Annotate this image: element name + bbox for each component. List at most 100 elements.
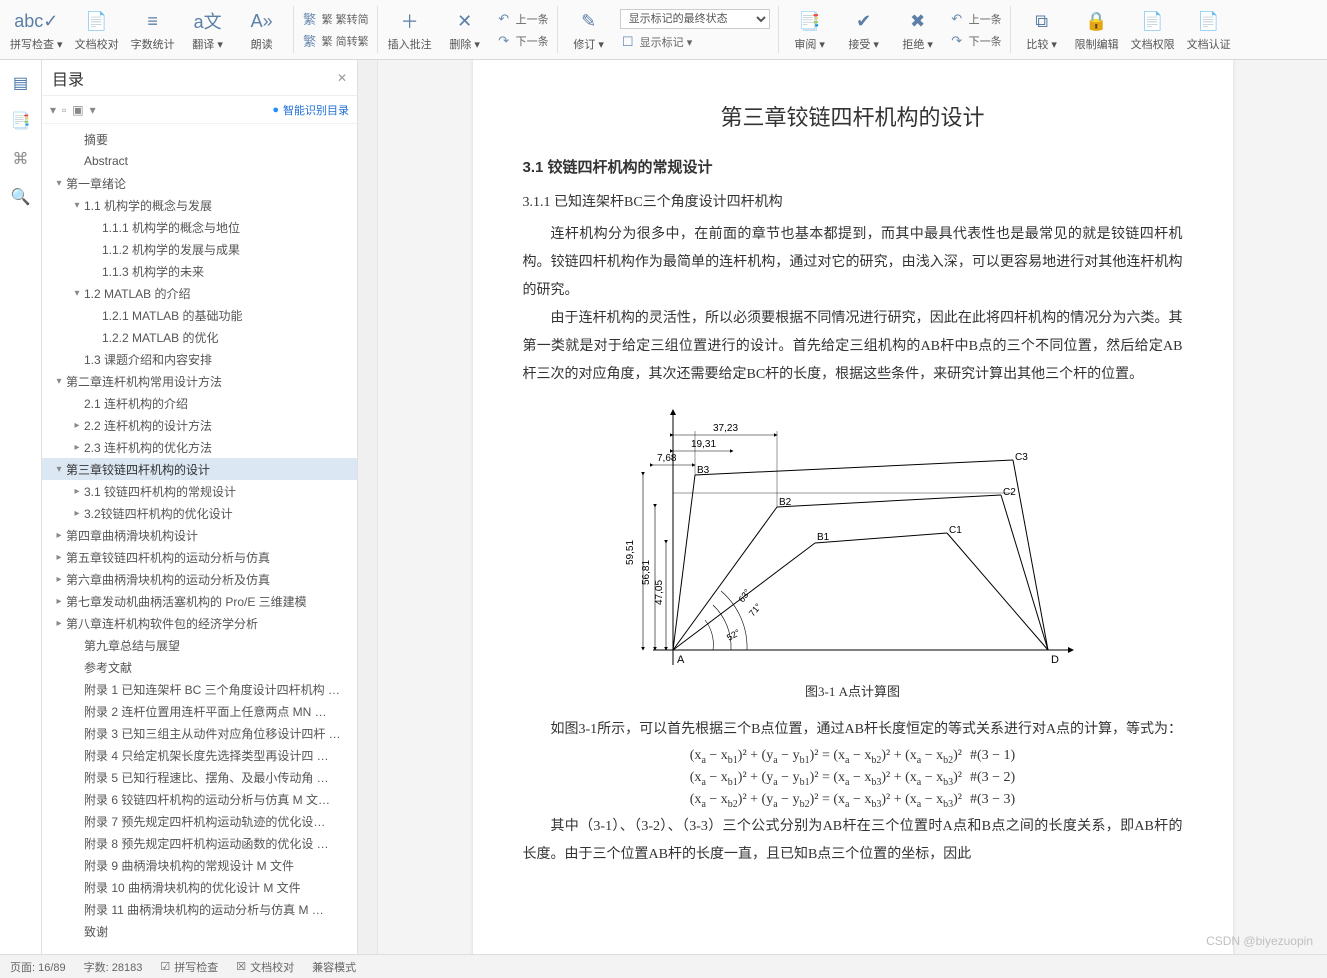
- outline-header: 目录 ✕: [42, 60, 357, 96]
- docproof-button[interactable]: 📄文档校对: [69, 0, 125, 60]
- outline-item[interactable]: 附录 5 已知行程速比、摆角、及最小传动角 …: [42, 766, 357, 788]
- reviewpane-button[interactable]: 📑审阅 ▾: [783, 0, 837, 60]
- readaloud-button[interactable]: A»朗读: [235, 0, 289, 60]
- close-icon[interactable]: ✕: [337, 71, 347, 85]
- sidetab-bookmark[interactable]: ⌘: [6, 144, 36, 174]
- restrict-button[interactable]: 🔒限制编辑: [1069, 0, 1125, 60]
- doccert-icon: 📄: [1197, 8, 1219, 34]
- outline-item[interactable]: ▸第七章发动机曲柄活塞机构的 Pro/E 三维建模: [42, 590, 357, 612]
- outline-item[interactable]: ▾1.2 MATLAB 的介绍: [42, 282, 357, 304]
- outline-item[interactable]: 2.1 连杆机构的介绍: [42, 392, 357, 414]
- outline-item[interactable]: ▸2.2 连杆机构的设计方法: [42, 414, 357, 436]
- outline-item-label: 第六章曲柄滑块机构的运动分析及仿真: [66, 571, 270, 588]
- outline-item[interactable]: ▸3.2铰链四杆机构的优化设计: [42, 502, 357, 524]
- smart-outline-button[interactable]: ●智能识别目录: [272, 102, 349, 118]
- next-change[interactable]: ↷下一条: [949, 32, 1002, 50]
- outline-item[interactable]: ▾第二章连杆机构常用设计方法: [42, 370, 357, 392]
- outline-item-label: 1.3 课题介绍和内容安排: [84, 351, 212, 368]
- svg-text:B1: B1: [817, 532, 830, 543]
- sidetab-nav[interactable]: 📑: [6, 106, 36, 136]
- twisty-icon: ▸: [70, 486, 84, 497]
- outline-item[interactable]: 附录 10 曲柄滑块机构的优化设计 M 文件: [42, 876, 357, 898]
- svg-text:63°: 63°: [736, 587, 752, 604]
- next-comment[interactable]: ↷下一条: [496, 32, 549, 50]
- outline-item[interactable]: 附录 11 曲柄滑块机构的运动分析与仿真 M …: [42, 898, 357, 920]
- outline-item[interactable]: ▾第三章铰链四杆机构的设计: [42, 458, 357, 480]
- separator: [778, 6, 779, 53]
- outline-item[interactable]: 附录 4 只给定机架长度先选择类型再设计四 …: [42, 744, 357, 766]
- outline-item[interactable]: 1.1.3 机构学的未来: [42, 260, 357, 282]
- spellcheck-toggle[interactable]: ☑拼写检查: [160, 959, 218, 975]
- word-count[interactable]: 字数: 28183: [84, 959, 143, 975]
- outline-item[interactable]: ▾1.1 机构学的概念与发展: [42, 194, 357, 216]
- prev-change[interactable]: ↶上一条: [949, 10, 1002, 28]
- sidetab-search[interactable]: 🔍: [6, 182, 36, 212]
- prev-icon: ↶: [496, 11, 512, 27]
- outline-item-label: Abstract: [84, 154, 128, 168]
- svg-text:52°: 52°: [725, 627, 742, 643]
- compare-button[interactable]: ⧉比较 ▾: [1015, 0, 1069, 60]
- outline-tool-3[interactable]: ▾: [90, 103, 96, 117]
- outline-item[interactable]: 摘要: [42, 128, 357, 150]
- outline-item[interactable]: 致谢: [42, 920, 357, 942]
- outline-item[interactable]: ▸第八章连杆机构软件包的经济学分析: [42, 612, 357, 634]
- outline-item[interactable]: ▸第四章曲柄滑块机构设计: [42, 524, 357, 546]
- accept-icon: ✔: [856, 8, 871, 34]
- outline-item[interactable]: 附录 7 预先规定四杆机构运动轨迹的优化设…: [42, 810, 357, 832]
- simp-to-trad[interactable]: 繁繁 简转繁: [302, 32, 369, 50]
- outline-item[interactable]: 1.1.2 机构学的发展与成果: [42, 238, 357, 260]
- outline-item[interactable]: 附录 6 铰链四杆机构的运动分析与仿真 M 文…: [42, 788, 357, 810]
- outline-tree[interactable]: 摘要 Abstract ▾第一章绪论▾1.1 机构学的概念与发展1.1.1 机构学的…: [42, 124, 357, 954]
- outline-item[interactable]: 参考文献: [42, 656, 357, 678]
- convert-group: 繁繁 繁转简 繁繁 简转繁: [298, 0, 373, 59]
- proof-toggle[interactable]: ☒文档校对: [236, 959, 294, 975]
- outline-item[interactable]: 附录 9 曲柄滑块机构的常规设计 M 文件: [42, 854, 357, 876]
- deletecomment-button[interactable]: ✕删除 ▾: [438, 0, 492, 60]
- wordcount-button[interactable]: ≡字数统计: [125, 0, 181, 60]
- outline-item-label: 附录 6 铰链四杆机构的运动分析与仿真 M 文…: [84, 791, 330, 808]
- spellcheck-button[interactable]: abc✓拼写检查 ▾: [4, 0, 69, 60]
- show-markup-button[interactable]: ☐显示标记 ▾: [620, 33, 770, 51]
- markup-view-select[interactable]: 显示标记的最终状态: [620, 9, 770, 29]
- prev-comment[interactable]: ↶上一条: [496, 10, 549, 28]
- outline-item-label: 附录 2 连杆位置用连杆平面上任意两点 MN …: [84, 703, 327, 720]
- docperm-button[interactable]: 📄文档权限: [1125, 0, 1181, 60]
- outline-item-label: 附录 11 曲柄滑块机构的运动分析与仿真 M …: [84, 901, 324, 918]
- insertcomment-icon: ＋: [401, 8, 419, 34]
- outline-item[interactable]: 附录 1 已知连架杆 BC 三个角度设计四杆机构 …: [42, 678, 357, 700]
- sidetab-outline[interactable]: ▤: [6, 68, 36, 98]
- outline-tool-2[interactable]: ▣: [72, 103, 83, 117]
- accept-button[interactable]: ✔接受 ▾: [837, 0, 891, 60]
- reject-button[interactable]: ✖拒绝 ▾: [891, 0, 945, 60]
- twisty-icon: ▸: [70, 508, 84, 519]
- outline-item[interactable]: 1.3 课题介绍和内容安排: [42, 348, 357, 370]
- outline-item[interactable]: 1.2.2 MATLAB 的优化: [42, 326, 357, 348]
- outline-tool-1[interactable]: ▫: [62, 103, 66, 117]
- twisty-icon: ▸: [52, 596, 66, 607]
- insertcomment-button[interactable]: ＋插入批注: [382, 0, 438, 60]
- outline-item[interactable]: 附录 3 已知三组主从动件对应角位移设计四杆 …: [42, 722, 357, 744]
- document-viewport[interactable]: 第三章铰链四杆机构的设计 3.1 铰链四杆机构的常规设计 3.1.1 已知连架杆…: [378, 60, 1327, 954]
- page-indicator[interactable]: 页面: 16/89: [10, 959, 66, 975]
- outline-item[interactable]: 第九章总结与展望: [42, 634, 357, 656]
- next-icon: ↷: [496, 33, 512, 49]
- outline-item[interactable]: ▸第六章曲柄滑块机构的运动分析及仿真: [42, 568, 357, 590]
- outline-item[interactable]: ▸3.1 铰链四杆机构的常规设计: [42, 480, 357, 502]
- outline-item[interactable]: Abstract: [42, 150, 357, 172]
- revise-icon: ✎: [581, 8, 596, 34]
- outline-item[interactable]: 1.1.1 机构学的概念与地位: [42, 216, 357, 238]
- translate-button[interactable]: a文翻译 ▾: [181, 0, 235, 60]
- outline-item[interactable]: ▸第五章铰链四杆机构的运动分析与仿真: [42, 546, 357, 568]
- outline-item[interactable]: 附录 2 连杆位置用连杆平面上任意两点 MN …: [42, 700, 357, 722]
- twisty-icon: ▾: [70, 200, 84, 211]
- outline-item-label: 1.2.1 MATLAB 的基础功能: [102, 307, 242, 324]
- outline-tool-0[interactable]: ▾: [50, 103, 56, 117]
- doccert-button[interactable]: 📄文档认证: [1181, 0, 1237, 60]
- outline-item[interactable]: 1.2.1 MATLAB 的基础功能: [42, 304, 357, 326]
- outline-item[interactable]: ▸2.3 连杆机构的优化方法: [42, 436, 357, 458]
- svg-text:7,68: 7,68: [657, 453, 677, 464]
- outline-item[interactable]: 附录 8 预先规定四杆机构运动函数的优化设 …: [42, 832, 357, 854]
- outline-item[interactable]: ▾第一章绪论: [42, 172, 357, 194]
- revise-button[interactable]: ✎修订 ▾: [562, 0, 616, 60]
- trad-to-simp[interactable]: 繁繁 繁转简: [302, 10, 369, 28]
